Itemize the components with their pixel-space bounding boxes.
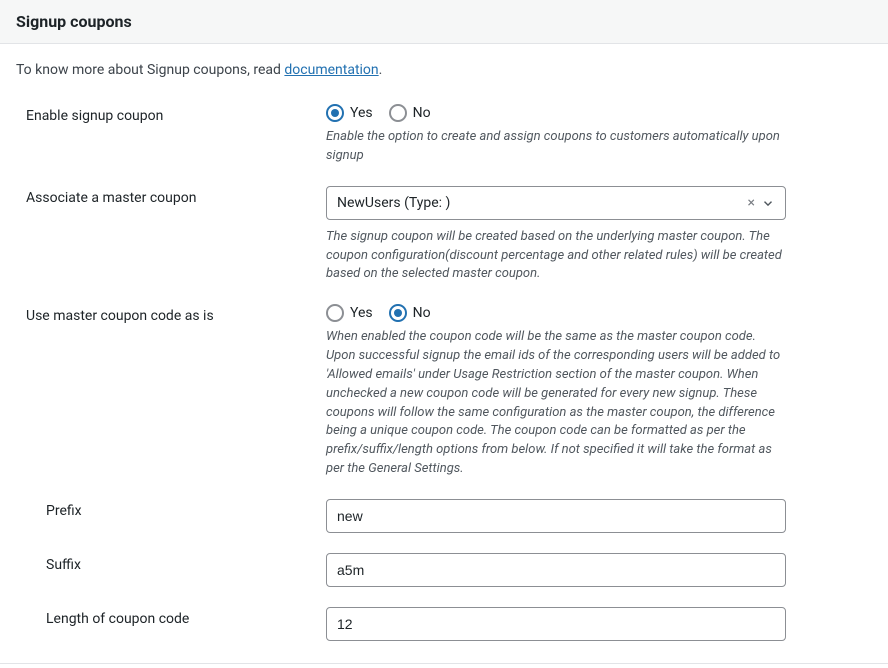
label-length: Length of coupon code bbox=[26, 607, 326, 627]
row-associate-master-coupon: Associate a master coupon NewUsers (Type… bbox=[16, 172, 872, 291]
suffix-input[interactable] bbox=[326, 553, 786, 587]
master-coupon-select[interactable]: NewUsers (Type: ) × bbox=[326, 186, 786, 220]
radio-label: Yes bbox=[350, 305, 373, 321]
clear-icon[interactable]: × bbox=[742, 195, 761, 211]
input-col-suffix bbox=[326, 553, 786, 587]
radio-icon bbox=[389, 104, 407, 122]
row-prefix: Prefix bbox=[16, 485, 872, 539]
input-col-enable: Yes No Enable the option to create and a… bbox=[326, 104, 786, 166]
prefix-input[interactable] bbox=[326, 499, 786, 533]
label-use-master-as-is: Use master coupon code as is bbox=[26, 304, 326, 324]
radio-icon bbox=[389, 304, 407, 322]
label-associate-master-coupon: Associate a master coupon bbox=[26, 186, 326, 206]
radio-icon bbox=[326, 304, 344, 322]
page-header: Signup coupons bbox=[0, 0, 888, 44]
radio-label: No bbox=[413, 105, 431, 121]
use-as-is-yes-radio[interactable]: Yes bbox=[326, 304, 373, 322]
enable-radio-group: Yes No bbox=[326, 104, 786, 122]
enable-yes-radio[interactable]: Yes bbox=[326, 104, 373, 122]
use-as-is-help-text: When enabled the coupon code will be the… bbox=[326, 328, 786, 479]
input-col-use-as-is: Yes No When enabled the coupon code will… bbox=[326, 304, 786, 479]
input-col-prefix bbox=[326, 499, 786, 533]
chevron-down-icon bbox=[761, 196, 775, 210]
enable-no-radio[interactable]: No bbox=[389, 104, 431, 122]
row-use-master-as-is: Use master coupon code as is Yes No When… bbox=[16, 290, 872, 485]
documentation-link[interactable]: documentation bbox=[284, 62, 378, 78]
label-enable-signup-coupon: Enable signup coupon bbox=[26, 104, 326, 124]
input-col-length bbox=[326, 607, 786, 641]
radio-icon bbox=[326, 104, 344, 122]
label-suffix: Suffix bbox=[26, 553, 326, 573]
row-suffix: Suffix bbox=[16, 539, 872, 593]
enable-help-text: Enable the option to create and assign c… bbox=[326, 128, 786, 166]
master-help-text: The signup coupon will be created based … bbox=[326, 228, 786, 285]
row-length: Length of coupon code bbox=[16, 593, 872, 647]
master-coupon-selected-value: NewUsers (Type: ) bbox=[337, 195, 742, 211]
page-title: Signup coupons bbox=[16, 12, 872, 31]
row-enable-signup-coupon: Enable signup coupon Yes No Enable the o… bbox=[16, 90, 872, 172]
intro-text: To know more about Signup coupons, read … bbox=[0, 44, 888, 90]
label-prefix: Prefix bbox=[26, 499, 326, 519]
bottom-divider bbox=[0, 663, 888, 664]
radio-label: No bbox=[413, 305, 431, 321]
length-input[interactable] bbox=[326, 607, 786, 641]
intro-suffix: . bbox=[379, 62, 383, 78]
input-col-master: NewUsers (Type: ) × The signup coupon wi… bbox=[326, 186, 786, 285]
use-as-is-no-radio[interactable]: No bbox=[389, 304, 431, 322]
radio-label: Yes bbox=[350, 105, 373, 121]
intro-prefix: To know more about Signup coupons, read bbox=[16, 62, 284, 78]
use-as-is-radio-group: Yes No bbox=[326, 304, 786, 322]
settings-form: Enable signup coupon Yes No Enable the o… bbox=[0, 90, 888, 647]
